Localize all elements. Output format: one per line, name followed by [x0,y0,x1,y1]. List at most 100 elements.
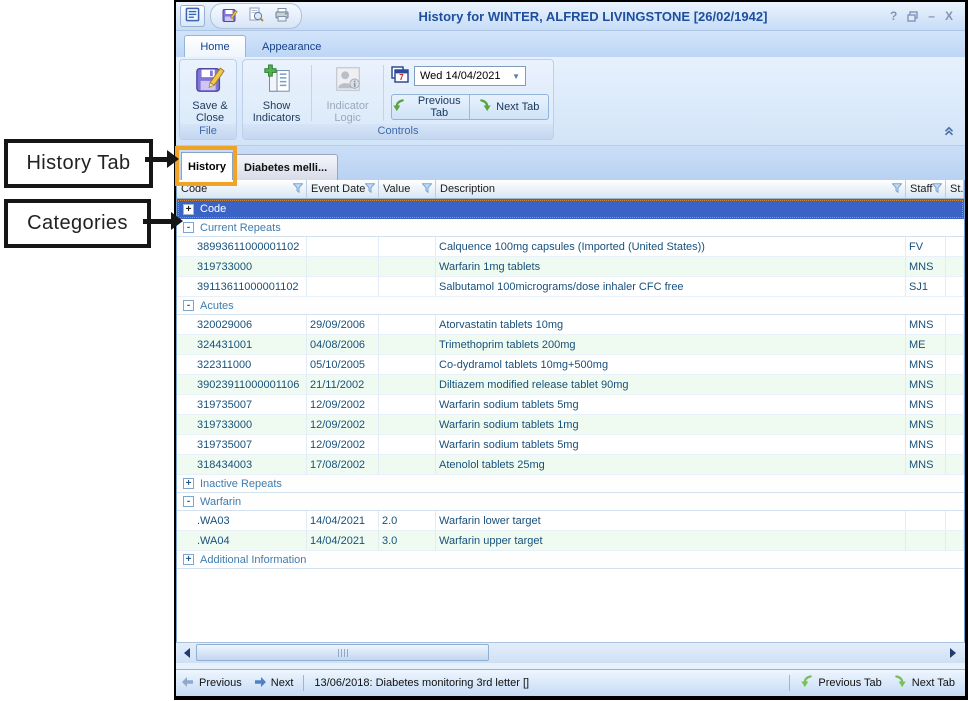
collapse-icon[interactable]: - [183,300,194,311]
previous-label: Previous [199,677,242,689]
cell-description: Warfarin 1mg tablets [436,257,906,276]
next-button[interactable]: Next [248,677,300,690]
printer-icon [274,7,290,26]
cell-staff: MNS [906,355,946,374]
collapse-icon[interactable]: - [183,496,194,507]
column-header-description[interactable]: Description [436,180,906,198]
expand-icon[interactable]: + [183,204,194,215]
grid-row[interactable]: 32443100104/08/2006Trimethoprim tablets … [177,335,964,355]
cell-code: .WA03 [177,511,307,530]
annotation-arrow-categories [143,219,172,224]
previous-tab-button[interactable]: Previous Tab [392,95,470,119]
collapse-ribbon-icon[interactable] [941,123,957,142]
save-and-close-button[interactable]: Save & Close [182,62,238,124]
cell-code: 319733000 [177,415,307,434]
print-preview-button[interactable] [248,7,264,26]
help-icon[interactable]: ? [890,9,897,23]
next-tab-button[interactable]: Next Tab [470,95,548,119]
cell-value: 3.0 [379,531,436,550]
cell-staff: MNS [906,315,946,334]
scroll-right-icon[interactable] [945,645,961,661]
cell-event-date: 17/08/2002 [307,455,379,474]
restore-icon[interactable] [907,11,918,22]
dropdown-arrow-icon[interactable]: ▼ [512,72,520,81]
date-value: Wed 14/04/2021 [420,70,501,82]
grid-row-group[interactable]: -Acutes [177,297,964,315]
grid-row[interactable]: 3902391100000110621/11/2002Diltiazem mod… [177,375,964,395]
column-header-eventdate[interactable]: Event Date [307,180,379,198]
cell-staff: MNS [906,455,946,474]
cell-description: Warfarin lower target [436,511,906,530]
svg-text:7: 7 [399,73,404,82]
cell-status [946,375,964,394]
grid-row[interactable]: .WA0414/04/20213.0Warfarin upper target [177,531,964,551]
cell-event-date [307,277,379,296]
filter-icon[interactable] [422,183,432,196]
cell-description: Salbutamol 100micrograms/dose inhaler CF… [436,277,906,296]
cell-event-date: 14/04/2021 [307,531,379,550]
grid-row[interactable]: 38993611000001102Calquence 100mg capsule… [177,237,964,257]
ribbon-separator [311,65,312,121]
status-next-tab-button[interactable]: Next Tab [888,675,961,691]
expand-icon[interactable]: + [183,554,194,565]
cell-value [379,395,436,414]
save-button[interactable] [222,7,238,26]
close-icon[interactable]: X [945,9,953,23]
cell-value [379,415,436,434]
cell-code: 319733000 [177,257,307,276]
tab-diabetes[interactable]: Diabetes melli... [233,154,338,180]
cell-value [379,455,436,474]
previous-tab-arrow-icon [392,99,405,115]
minimize-icon[interactable]: – [928,9,935,23]
ribbon-tab-appearance[interactable]: Appearance [250,36,333,57]
collapse-icon[interactable]: - [183,222,194,233]
tab-history[interactable]: History [181,152,233,180]
cell-value [379,237,436,256]
save-close-icon [195,64,225,97]
group-label: Additional Information [200,554,306,566]
show-indicators-button[interactable]: Show Indicators [245,62,308,124]
grid-row[interactable]: 31973300012/09/2002Warfarin sodium table… [177,415,964,435]
horizontal-scrollbar[interactable] [176,642,965,663]
expand-icon[interactable]: + [183,478,194,489]
column-header-code[interactable]: Code [177,180,307,198]
window-title: History for WINTER, ALFRED LIVINGSTONE [… [302,9,884,24]
cell-event-date: 12/09/2002 [307,415,379,434]
grid-row-group[interactable]: -Current Repeats [177,219,964,237]
calendar-icon: 7 [391,65,409,88]
date-picker[interactable]: Wed 14/04/2021 ▼ [414,66,526,86]
column-header-value[interactable]: Value [379,180,436,198]
grid-row-group[interactable]: + Inactive Repeats [177,475,964,493]
cell-status [946,415,964,434]
cell-status [946,335,964,354]
grid-row[interactable]: .WA0314/04/20212.0Warfarin lower target [177,511,964,531]
status-previous-tab-button[interactable]: Previous Tab [794,675,887,691]
previous-button[interactable]: Previous [176,677,248,690]
grid-row[interactable]: 31973500712/09/2002Warfarin sodium table… [177,435,964,455]
menu-button[interactable] [180,5,205,27]
grid-row-group[interactable]: + Additional Information [177,551,964,569]
grid-row[interactable]: 32002900629/09/2006Atorvastatin tablets … [177,315,964,335]
scrollbar-thumb[interactable] [196,644,489,661]
indicator-logic-label: Indicator Logic [321,100,375,124]
cell-event-date: 12/09/2002 [307,435,379,454]
group-label: Inactive Repeats [200,478,282,490]
column-header-staff[interactable]: Staff [906,180,946,198]
indicator-logic-icon [333,64,363,97]
grid-row-selected[interactable]: +Code [177,199,964,219]
column-header-st[interactable]: St... [946,180,964,198]
grid-row[interactable]: 31843400317/08/2002Atenolol tablets 25mg… [177,455,964,475]
grid-row[interactable]: 31973500712/09/2002Warfarin sodium table… [177,395,964,415]
print-button[interactable] [274,7,290,26]
filter-icon[interactable] [365,183,375,196]
filter-icon[interactable] [892,183,902,196]
cell-description: Atenolol tablets 25mg [436,455,906,474]
filter-icon[interactable] [293,183,303,196]
grid-row[interactable]: 39113611000001102Salbutamol 100microgram… [177,277,964,297]
filter-icon[interactable] [932,183,942,196]
grid-row-group[interactable]: -Warfarin [177,493,964,511]
ribbon-tab-home[interactable]: Home [184,35,246,57]
grid-row[interactable]: 32231100005/10/2005Co-dydramol tablets 1… [177,355,964,375]
grid-row[interactable]: 319733000Warfarin 1mg tabletsMNS [177,257,964,277]
scroll-left-icon[interactable] [179,645,195,661]
